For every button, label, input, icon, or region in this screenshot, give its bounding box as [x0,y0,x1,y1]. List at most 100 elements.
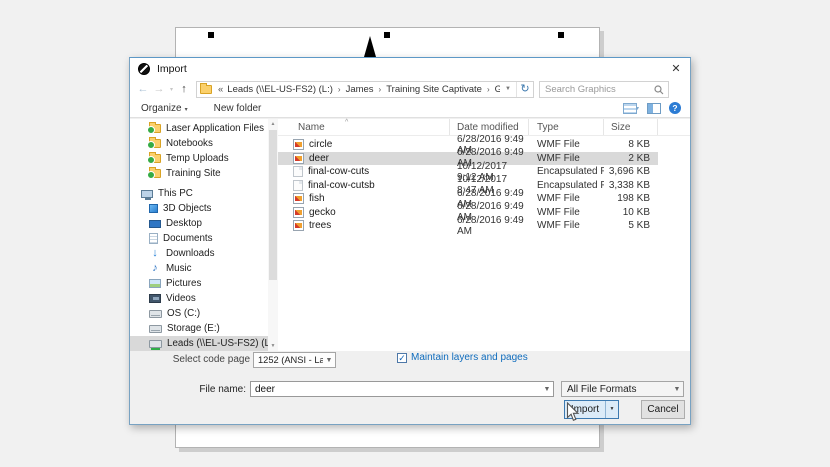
file-format-select[interactable]: All File Formats ▼ [561,381,684,397]
folder-sync-icon [149,169,161,178]
maintain-layers-checkbox[interactable]: ✓ [397,353,407,363]
address-dropdown-chevron-icon[interactable]: ▼ [500,86,516,92]
scroll-up-icon[interactable]: ▲ [268,119,278,129]
organize-button[interactable]: Organize▾ [141,103,188,114]
sidebar-item-notebooks[interactable]: Notebooks [130,136,268,151]
code-page-select[interactable]: 1252 (ANSI - Latin I) ▼ [253,352,336,368]
help-icon[interactable]: ? [669,102,681,114]
column-header-date-modified[interactable]: Date modified [450,119,529,135]
file-name-text: deer [309,153,329,164]
file-name-input[interactable] [251,384,541,395]
folder-icon [200,85,212,94]
folder-sync-icon [149,154,161,163]
file-name-combo[interactable]: ▼ [250,381,554,397]
sidebar-item-label: Downloads [166,248,214,259]
close-icon[interactable]: ✕ [662,62,690,75]
breadcrumb-item[interactable]: Graphics [493,84,500,95]
scrollbar-thumb[interactable] [269,130,277,280]
file-type-cell: WMF File [529,207,604,218]
sidebar-item-label: 3D Objects [163,203,211,214]
search-input[interactable] [540,82,668,97]
column-header-size[interactable]: Size [604,119,658,135]
breadcrumb-separator-icon[interactable]: › [376,85,385,94]
address-box[interactable]: «Leads (\\EL-US-FS2) (L:)›James›Training… [196,81,534,98]
sidebar-item-label: Pictures [166,278,201,289]
file-size-cell: 10 KB [604,207,658,218]
back-icon[interactable]: ← [135,83,151,95]
sidebar-item-storage-e[interactable]: Storage (E:) [130,321,268,336]
wmf-file-icon [293,207,304,218]
import-options-chevron-icon[interactable]: ▼ [605,401,618,418]
recent-locations-chevron-icon[interactable]: ▾ [167,86,176,93]
dialog-titlebar[interactable]: Import ✕ [130,58,690,79]
sidebar-item-laser-application-files[interactable]: Laser Application Files [130,121,268,136]
file-name-label: File name: [186,384,246,395]
selection-handle[interactable] [558,32,564,38]
refresh-icon[interactable]: ↻ [516,81,533,98]
column-header-type[interactable]: Type [529,119,604,135]
breadcrumb-item[interactable]: Training Site Captivate [384,84,484,95]
sidebar-item-desktop[interactable]: Desktop [130,216,268,231]
folder-sync-icon [149,139,161,148]
breadcrumb-item[interactable]: Leads (\\EL-US-FS2) (L:) [225,84,335,95]
sidebar-item-documents[interactable]: Documents [130,231,268,246]
pictures-icon [149,279,161,288]
organize-label: Organize [141,103,182,114]
sidebar-item-3d-objects[interactable]: 3D Objects [130,201,268,216]
file-name-text: final-cow-cutsb [308,180,375,191]
drive-icon [149,310,162,318]
sidebar-item-temp-uploads[interactable]: Temp Uploads [130,151,268,166]
search-box[interactable] [539,81,669,98]
file-name-cell: final-cow-cuts [278,166,450,177]
wmf-file-icon [293,220,304,231]
sidebar-item-label: Training Site [166,168,221,179]
dialog-title: Import [157,63,187,75]
view-mode-button[interactable]: ▾ [623,103,639,114]
code-page-value: 1252 (ANSI - Latin I) [254,355,323,365]
file-type-cell: WMF File [529,193,604,204]
sidebar-item-label: Temp Uploads [166,153,229,164]
new-folder-button[interactable]: New folder [214,103,262,114]
sidebar-item-os-c[interactable]: OS (C:) [130,306,268,321]
pc-icon [141,190,153,198]
sidebar-scrollbar[interactable]: ▲ ▼ [268,119,278,351]
file-rows: circle6/28/2016 9:49 AMWMF File8 KBdeer6… [278,138,658,233]
file-list-pane: ^ Name Date modified Type Size circle6/2… [278,119,690,351]
file-size-cell: 198 KB [604,193,658,204]
selection-handle[interactable] [208,32,214,38]
up-icon[interactable]: ↑ [176,83,192,95]
file-name-cell: final-cow-cutsb [278,180,450,191]
scroll-down-icon[interactable]: ▼ [268,341,278,351]
sidebar-item-music[interactable]: ♪Music [130,261,268,276]
breadcrumb-item[interactable]: James [344,84,376,95]
sidebar-item-training-site[interactable]: Training Site [130,166,268,181]
cancel-button[interactable]: Cancel [641,400,685,419]
import-button[interactable]: Import ▼ [564,400,619,419]
file-row[interactable]: trees6/28/2016 9:49 AMWMF File5 KB [278,219,658,233]
sidebar-item-label: Videos [166,293,196,304]
chevron-down-icon[interactable]: ▼ [541,386,553,393]
sidebar-item-leads-l[interactable]: Leads (\\EL-US-FS2) (L:) [130,336,268,351]
file-type-cell: WMF File [529,220,604,231]
column-header-name[interactable]: ^ Name [278,119,450,135]
file-size-cell: 3,338 KB [604,180,658,191]
breadcrumb-separator-icon[interactable]: › [335,85,344,94]
sidebar-item-downloads[interactable]: ↓Downloads [130,246,268,261]
breadcrumb-overflow-chevron-icon[interactable]: « [216,84,225,95]
maintain-layers-label[interactable]: Maintain layers and pages [411,352,528,363]
sidebar-item-pictures[interactable]: Pictures [130,276,268,291]
file-name-cell: gecko [278,207,450,218]
sidebar-item-videos[interactable]: Videos [130,291,268,306]
preview-pane-icon[interactable] [647,103,661,114]
import-button-label: Import [565,401,605,418]
sidebar-item-label: Music [166,263,192,274]
wmf-file-icon [293,153,304,164]
selection-handle[interactable] [384,32,390,38]
sidebar-item-label: OS (C:) [167,308,200,319]
file-name-cell: trees [278,220,450,231]
drive-icon [149,325,162,333]
forward-icon[interactable]: → [151,83,167,95]
sidebar-item-this-pc[interactable]: This PC [130,186,268,201]
breadcrumb-separator-icon[interactable]: › [484,85,493,94]
list-view-icon [623,103,637,114]
